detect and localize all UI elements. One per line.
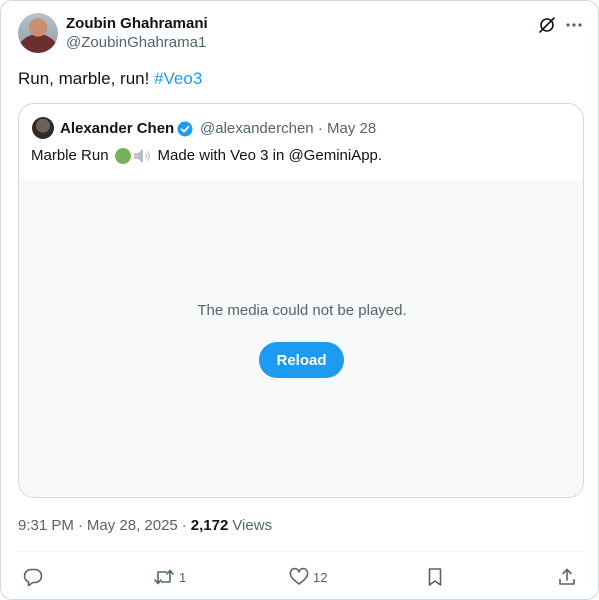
quoted-author-name[interactable]: Alexander Chen <box>60 120 174 137</box>
author-handle[interactable]: @ZoubinGhahrama1 <box>66 34 206 51</box>
post-card: Zoubin Ghahramani @ZoubinGhahrama1 Run, … <box>0 0 599 600</box>
verified-badge-icon <box>177 121 193 137</box>
tweet-meta: 9:31 PM · May 28, 2025 · 2,172 Views <box>18 517 272 534</box>
green-circle-icon <box>114 148 131 164</box>
like-button[interactable]: 12 <box>289 566 327 588</box>
retweet-icon <box>153 567 175 587</box>
reload-button[interactable]: Reload <box>259 342 344 378</box>
retweet-count: 1 <box>179 569 187 585</box>
quoted-handle[interactable]: @alexanderchen <box>200 120 314 137</box>
quoted-tweet[interactable]: Alexander Chen @alexanderchen · May 28 M… <box>18 103 584 498</box>
meta-separator: · <box>77 517 83 534</box>
quoted-text-end: Made with Veo 3 in @GeminiApp. <box>157 147 383 164</box>
tweet-date[interactable]: May 28, 2025 <box>87 517 178 534</box>
views-count: 2,172 <box>190 517 229 534</box>
tweet-time[interactable]: 9:31 PM <box>18 517 74 534</box>
heart-icon <box>289 567 309 587</box>
like-count: 12 <box>313 569 328 585</box>
share-icon <box>557 567 577 587</box>
quoted-text: Marble Run Made with Veo 3 in @GeminiApp… <box>31 146 382 166</box>
bookmark-icon <box>425 567 445 587</box>
bookmark-button[interactable] <box>425 566 445 588</box>
author-name[interactable]: Zoubin Ghahramani <box>66 15 208 32</box>
divider <box>18 551 584 552</box>
tweet-body: Run, marble, run! <box>18 69 155 88</box>
quoted-date[interactable]: May 28 <box>327 120 376 137</box>
retweet-button[interactable]: 1 <box>153 566 186 588</box>
quoted-author-avatar[interactable] <box>32 117 54 139</box>
author-avatar[interactable] <box>18 13 58 53</box>
media-player: The media could not be played. Reload <box>19 180 583 497</box>
quoted-text-start: Marble Run <box>31 147 109 164</box>
grok-icon[interactable] <box>537 15 557 35</box>
speaker-icon <box>133 147 153 165</box>
meta-separator-2: · <box>181 517 187 534</box>
reply-button[interactable] <box>23 566 47 588</box>
hashtag-link[interactable]: #Veo3 <box>154 69 202 88</box>
separator-dot: · <box>317 120 323 137</box>
share-button[interactable] <box>557 566 577 588</box>
quoted-handle-line: @alexanderchen · May 28 <box>200 120 376 137</box>
reply-icon <box>23 567 43 587</box>
more-icon[interactable] <box>564 15 584 35</box>
views-label: Views <box>232 517 273 534</box>
media-error-message: The media could not be played. <box>197 302 407 319</box>
tweet-text: Run, marble, run! #Veo3 <box>18 69 202 89</box>
